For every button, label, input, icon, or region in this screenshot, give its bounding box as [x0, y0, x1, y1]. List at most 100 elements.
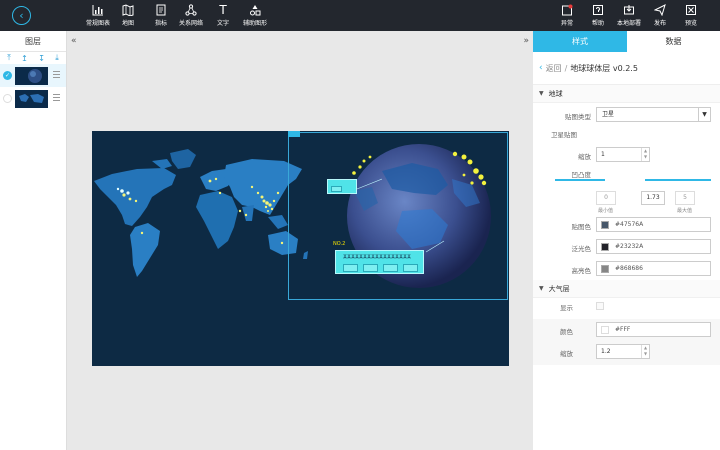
- move-top-icon[interactable]: ⤒: [7, 53, 11, 63]
- bump-max-label: 最大值: [677, 208, 693, 214]
- section-title: 大气层: [548, 284, 570, 293]
- triangle-down-icon: ▼: [539, 285, 544, 292]
- toolbar-deploy[interactable]: 本地部署: [617, 4, 641, 27]
- show-checkbox[interactable]: [596, 302, 604, 310]
- bump-max-input[interactable]: 5: [675, 191, 695, 205]
- color-swatch[interactable]: [601, 326, 609, 334]
- field-label: 凹凸度: [571, 171, 592, 179]
- bump-min-input[interactable]: 0: [596, 191, 616, 205]
- chevron-left-icon[interactable]: ‹: [539, 63, 543, 73]
- canvas-area: « » NO.2 某某某某某某某某某某某某某某某某某: [67, 31, 533, 450]
- breadcrumb-back[interactable]: 返回: [546, 63, 562, 74]
- preview-stage[interactable]: NO.2 某某某某某某某某某某某某某某某某某: [92, 131, 509, 366]
- toolbar-label: 预览: [685, 20, 698, 27]
- toolbar-warning[interactable]: 异常: [561, 4, 573, 27]
- atmosphere-color-input[interactable]: #FFF: [596, 322, 711, 337]
- color-value: #868686: [615, 265, 643, 272]
- check-icon[interactable]: ✓: [3, 71, 12, 80]
- bump-value-input[interactable]: 1.73: [641, 191, 665, 205]
- toolbar-common-charts[interactable]: 常规图表: [86, 4, 110, 27]
- map-color-input[interactable]: #47576A: [596, 217, 711, 232]
- atmosphere-settings: 显示 颜色 #FFF 缩放 1.2 ▲ ▼: [533, 298, 720, 378]
- layer-panel: 图层 ⤒ ↥ ↧ ⤓ ✓: [0, 31, 67, 450]
- property-panel: 样式 数据 ‹ 返回 / 地球球体层 v0.2.5 ▼ 地球 贴图类型 卫星 ▼…: [533, 31, 720, 450]
- field-label: 缩放: [578, 153, 591, 161]
- breadcrumb-separator: /: [564, 63, 568, 73]
- color-swatch[interactable]: [601, 265, 609, 273]
- collapse-left-icon[interactable]: «: [71, 36, 77, 46]
- atmosphere-zoom-input[interactable]: 1.2 ▲ ▼: [596, 344, 650, 359]
- zoom-input[interactable]: 1 ▲ ▼: [596, 147, 650, 162]
- tab-data[interactable]: 数据: [627, 31, 720, 52]
- toolbar-shapes[interactable]: 辅助图形: [243, 4, 267, 27]
- section-atmosphere[interactable]: ▼ 大气层: [533, 280, 720, 298]
- toolbar-publish[interactable]: 发布: [654, 4, 666, 27]
- stepper-icon[interactable]: ▲ ▼: [641, 148, 649, 161]
- toolbar-label: 地图: [122, 20, 135, 27]
- toolbar-label: 指标: [155, 20, 168, 27]
- help-icon: [592, 4, 604, 16]
- tab-style[interactable]: 样式: [533, 31, 627, 52]
- color-value: #FFF: [615, 326, 631, 333]
- field-label: 贴图色: [571, 223, 592, 231]
- toolbar-map[interactable]: 地图: [122, 4, 134, 27]
- preview-icon: [685, 4, 697, 16]
- collapse-right-icon[interactable]: »: [523, 36, 529, 46]
- slider-track-right[interactable]: [645, 179, 711, 181]
- indicator-icon: [155, 4, 167, 16]
- popup-text: 某某某某某某某某某某某某某某某某某: [343, 254, 411, 259]
- layer-menu-icon[interactable]: [53, 71, 60, 78]
- toolbar-help[interactable]: 帮助: [592, 4, 604, 27]
- move-up-icon[interactable]: ↥: [21, 54, 28, 63]
- bar-chart-icon: [92, 4, 104, 16]
- layer-tools: ⤒ ↥ ↧ ⤓: [0, 52, 66, 64]
- bump-min-label: 最小值: [598, 208, 614, 214]
- field-label: 显示: [560, 304, 573, 312]
- select-value: 卫星: [602, 111, 615, 118]
- move-bottom-icon[interactable]: ⤓: [55, 53, 59, 63]
- layer-menu-icon[interactable]: [53, 94, 60, 101]
- color-value: #23232A: [615, 243, 644, 250]
- toolbar-indicator[interactable]: 指标: [155, 4, 167, 27]
- input-value: 1: [601, 151, 605, 158]
- toolbar-label: 异常: [561, 20, 574, 27]
- field-label: 缩放: [560, 350, 573, 358]
- breadcrumb: ‹ 返回 / 地球球体层 v0.2.5: [533, 52, 720, 85]
- map-icon: [122, 4, 134, 16]
- back-home-icon[interactable]: ‹: [12, 6, 31, 25]
- popup-cell: [363, 264, 378, 272]
- text-icon: T: [219, 3, 227, 17]
- map-type-select[interactable]: 卫星 ▼: [596, 107, 711, 122]
- toolbar-label: 关系网络: [179, 20, 204, 27]
- label-popup: 某某某某某某某某某某某某某某某某某: [335, 250, 424, 274]
- popup-cell: [331, 186, 342, 192]
- layer-thumbnail-globe: [15, 66, 48, 85]
- field-label: 颜色: [560, 328, 573, 336]
- deploy-icon: [623, 4, 635, 16]
- globe-settings: 贴图类型 卫星 ▼ 卫星贴图 缩放 1 ▲ ▼ 凹凸度 0 1.73 5 最小值…: [533, 103, 720, 280]
- color-swatch[interactable]: [601, 221, 609, 229]
- unchecked-icon[interactable]: [3, 94, 12, 103]
- toolbar-label: 发布: [654, 20, 667, 27]
- label-popup-small: [327, 179, 357, 194]
- highlight-color-input[interactable]: #868686: [596, 261, 711, 276]
- field-label: 泛光色: [571, 245, 592, 253]
- popup-cell: [343, 264, 358, 272]
- move-down-icon[interactable]: ↧: [38, 54, 45, 63]
- color-value: #47576A: [615, 221, 644, 228]
- layer-item-globe[interactable]: ✓: [0, 64, 66, 87]
- dropdown-icon: ▼: [698, 108, 710, 121]
- glow-color-input[interactable]: #23232A: [596, 239, 711, 254]
- layer-item-map[interactable]: [0, 87, 66, 110]
- popup-cell: [403, 264, 418, 272]
- slider-track-left[interactable]: [555, 179, 605, 181]
- stepper-icon[interactable]: ▲ ▼: [641, 345, 649, 358]
- toolbar-text[interactable]: T 文字: [217, 4, 229, 27]
- toolbar-network[interactable]: 关系网络: [179, 4, 203, 27]
- breadcrumb-title: 地球球体层 v0.2.5: [570, 63, 638, 73]
- shapes-icon: [249, 4, 261, 16]
- toolbar-preview[interactable]: 预览: [685, 4, 697, 27]
- section-globe[interactable]: ▼ 地球: [533, 85, 720, 103]
- selection-box[interactable]: [288, 132, 508, 300]
- color-swatch[interactable]: [601, 243, 609, 251]
